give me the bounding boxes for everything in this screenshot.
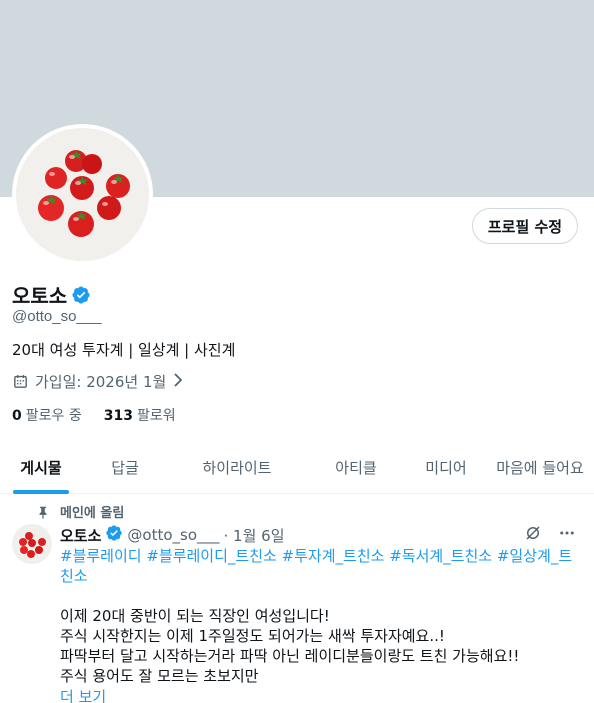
following-label: 팔로우 중 [25, 408, 82, 424]
tab-label: 게시물 [20, 458, 62, 477]
tab-label: 아티클 [335, 458, 377, 477]
profile-avatar[interactable] [12, 124, 153, 265]
verified-badge-icon[interactable] [105, 524, 123, 546]
profile-handle: @otto_so___ [12, 308, 102, 325]
tab-replies[interactable]: 답글 [82, 440, 168, 494]
edit-profile-button[interactable]: 프로필 수정 [472, 208, 578, 244]
calendar-icon [12, 373, 29, 390]
post-header: 오토소 @otto_so___ · 1월 6일 [60, 524, 285, 546]
post-author-avatar[interactable] [12, 524, 52, 564]
verified-badge-icon[interactable] [71, 285, 91, 305]
pinned-label: 메인에 올림 [60, 506, 125, 521]
tab-highlights[interactable]: 하이라이트 [168, 440, 306, 494]
active-tab-indicator [13, 490, 69, 494]
tab-media[interactable]: 미디어 [406, 440, 486, 494]
post-line: 주식 시작한지는 이제 1주일정도 되어가는 새싹 투자자예요..! [60, 627, 445, 645]
avatar-image [16, 128, 149, 261]
post-line: 주식 용어도 잘 모르는 초보지만 [60, 667, 259, 685]
followers-link[interactable]: 313 팔로워 [104, 405, 176, 425]
following-link[interactable]: 0 팔로우 중 [12, 405, 82, 425]
followers-count: 313 [103, 408, 133, 424]
tab-articles[interactable]: 아티클 [306, 440, 406, 494]
tab-likes[interactable]: 마음에 들어요 [486, 440, 594, 494]
tab-label: 마음에 들어요 [496, 458, 584, 477]
chevron-right-icon [172, 372, 184, 391]
joined-date[interactable]: 가입일: 2026년 1월 [12, 371, 184, 392]
tab-label: 하이라이트 [202, 458, 272, 477]
grok-icon[interactable] [524, 524, 542, 542]
display-name: 오토소 [12, 284, 68, 308]
pin-icon [36, 505, 50, 519]
post-author-handle[interactable]: @otto_so___ [127, 526, 219, 544]
joined-label: 가입일: 2026년 1월 [35, 373, 167, 391]
follow-stats: 0 팔로우 중 313 팔로워 [12, 405, 176, 425]
post-date[interactable]: · 1월 6일 [224, 525, 285, 546]
post-author-name[interactable]: 오토소 [60, 525, 101, 546]
post-body: 이제 20대 중반이 되는 직장인 여성입니다! 주식 시작한지는 이제 1주일… [60, 606, 580, 686]
tab-label: 미디어 [425, 458, 467, 477]
profile-tabs: 게시물 답글 하이라이트 아티클 미디어 마음에 들어요 [0, 440, 594, 494]
followers-label: 팔로워 [136, 408, 176, 424]
more-icon[interactable] [558, 524, 576, 542]
post-actions [524, 524, 576, 542]
pinned-indicator: 메인에 올림 [36, 502, 124, 521]
profile-name-row: 오토소 [12, 280, 91, 309]
tab-posts[interactable]: 게시물 [0, 440, 82, 494]
profile-bio: 20대 여성 투자계 | 일상계 | 사진계 [12, 341, 236, 359]
post-line: 파딱부터 달고 시작하는거라 파딱 아닌 레이디분들이랑도 트친 가능해요!! [60, 647, 520, 665]
show-more-link[interactable]: 더 보기 [60, 686, 106, 703]
tab-label: 답글 [111, 458, 139, 477]
following-count: 0 [12, 408, 22, 424]
post-hashtags[interactable]: #블루레이디 #블루레이디_트친소 #투자계_트친소 #독서계_트친소 #일상계… [60, 546, 576, 586]
post-line: 이제 20대 중반이 되는 직장인 여성입니다! [60, 607, 330, 625]
